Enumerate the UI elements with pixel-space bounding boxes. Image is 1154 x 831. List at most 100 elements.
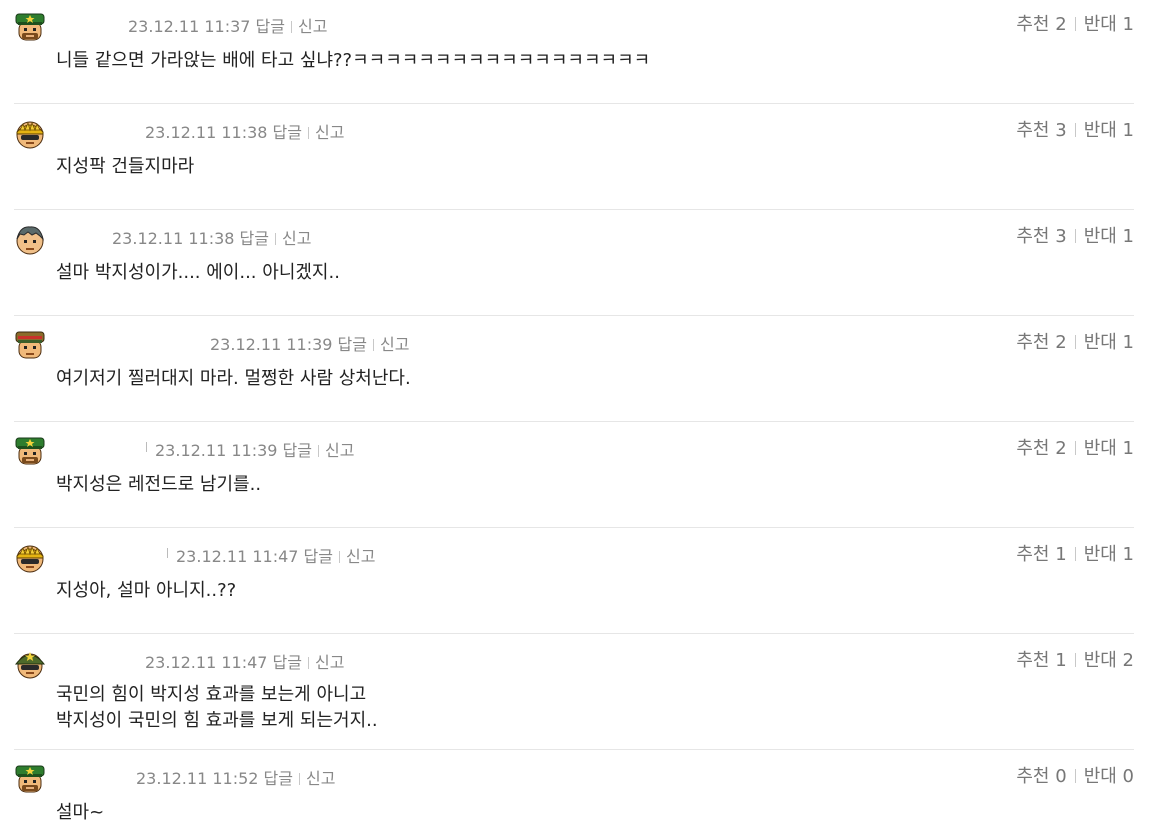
vote-box: 추천 0 반대 0	[1016, 766, 1134, 788]
recommend-button[interactable]: 추천 2	[1016, 332, 1066, 353]
comment-meta: 23.12.11 11:47 답글 신고	[167, 547, 375, 567]
vote-divider	[1074, 123, 1076, 137]
comment-meta: 23.12.11 11:38 답글 신고	[112, 229, 311, 249]
vote-box: 추천 2 반대 1	[1016, 438, 1134, 460]
recommend-count: 1	[1055, 544, 1067, 565]
comment-item: 23.12.11 11:38 답글 신고 추천 3 반대 1 지성팍 건들지마라	[0, 118, 1154, 198]
oppose-button[interactable]: 반대 2	[1084, 650, 1134, 671]
meta-divider	[308, 657, 309, 669]
yellow-helmet-avatar[interactable]	[14, 118, 46, 150]
comment-item: 23.12.11 11:52 답글 신고 추천 0 반대 0 설마~	[0, 764, 1154, 830]
reply-link[interactable]: 답글	[273, 653, 302, 672]
red-officer-cap-avatar[interactable]	[14, 330, 46, 362]
reply-link[interactable]: 답글	[338, 335, 367, 354]
grey-soldier-avatar[interactable]	[14, 224, 46, 256]
recommend-count: 2	[1055, 438, 1067, 459]
oppose-button[interactable]: 반대 1	[1084, 120, 1134, 141]
reply-link[interactable]: 답글	[283, 441, 312, 460]
comment-divider	[14, 209, 1134, 210]
recommend-button[interactable]: 추천 2	[1016, 438, 1066, 459]
comment-item: 23.12.11 11:47 답글 신고 추천 1 반대 1 지성아, 설마 아니지…	[0, 542, 1154, 622]
vote-box: 추천 3 반대 1	[1016, 226, 1134, 248]
reply-link[interactable]: 답글	[304, 547, 333, 566]
recommend-button[interactable]: 추천 1	[1016, 650, 1066, 671]
vote-box: 추천 3 반대 1	[1016, 120, 1134, 142]
vote-divider	[1074, 547, 1076, 561]
comment-meta: 23.12.11 11:39 답글 신고	[210, 335, 409, 355]
oppose-button[interactable]: 반대 1	[1084, 332, 1134, 353]
comment-text: 지성아, 설마 아니지..??	[56, 580, 237, 601]
oppose-count: 1	[1122, 438, 1134, 459]
comment-time: 23.12.11 11:47	[145, 653, 268, 672]
comment-item: 23.12.11 11:38 답글 신고 추천 3 반대 1 설마 박지성이가...…	[0, 224, 1154, 304]
vote-divider	[1074, 653, 1076, 667]
oppose-button[interactable]: 반대 1	[1084, 14, 1134, 35]
comment-text: 설마~	[56, 802, 105, 823]
meta-divider	[291, 21, 292, 33]
comment-divider	[14, 421, 1134, 422]
comment-text: 여기저기 찔러대지 마라. 멀쩡한 사람 상처난다.	[56, 368, 411, 389]
oppose-count: 2	[1122, 650, 1134, 671]
report-link[interactable]: 신고	[380, 335, 409, 354]
comment-divider	[14, 527, 1134, 528]
reply-link[interactable]: 답글	[256, 17, 285, 36]
comment-meta: 23.12.11 11:37 답글 신고	[128, 17, 327, 37]
report-link[interactable]: 신고	[315, 123, 344, 142]
oppose-button[interactable]: 반대 1	[1084, 544, 1134, 565]
recommend-button[interactable]: 추천 3	[1016, 120, 1066, 141]
vote-divider	[1074, 335, 1076, 349]
meta-divider	[275, 233, 276, 245]
reply-link[interactable]: 답글	[264, 769, 293, 788]
nickname-placeholder-mark	[167, 548, 168, 558]
vote-divider	[1074, 17, 1076, 31]
meta-divider	[299, 773, 300, 785]
recommend-button[interactable]: 추천 0	[1016, 766, 1066, 787]
comment-meta: 23.12.11 11:47 답글 신고	[145, 653, 344, 673]
reply-link[interactable]: 답글	[240, 229, 269, 248]
comment-time: 23.12.11 11:37	[128, 17, 251, 36]
comment-item: 23.12.11 11:39 답글 신고 추천 2 반대 1 여기저기 찔러대지 마…	[0, 330, 1154, 410]
reply-link[interactable]: 답글	[273, 123, 302, 142]
comment-time: 23.12.11 11:38	[145, 123, 268, 142]
report-link[interactable]: 신고	[315, 653, 344, 672]
comment-divider	[14, 315, 1134, 316]
comment-time: 23.12.11 11:39	[155, 441, 278, 460]
comment-item: 23.12.11 11:47 답글 신고 추천 1 반대 2 국민의 힘이 박지성 …	[0, 648, 1154, 744]
vote-box: 추천 2 반대 1	[1016, 14, 1134, 36]
comment-time: 23.12.11 11:47	[176, 547, 299, 566]
report-link[interactable]: 신고	[346, 547, 375, 566]
report-link[interactable]: 신고	[325, 441, 354, 460]
vote-box: 추천 2 반대 1	[1016, 332, 1134, 354]
comment-text: 니들 같으면 가라앉는 배에 타고 싶냐??ㅋㅋㅋㅋㅋㅋㅋㅋㅋㅋㅋㅋㅋㅋㅋㅋㅋㅋ	[56, 50, 651, 71]
meta-divider	[308, 127, 309, 139]
report-link[interactable]: 신고	[282, 229, 311, 248]
vote-divider	[1074, 441, 1076, 455]
army-helmet-avatar[interactable]	[14, 648, 46, 680]
oppose-button[interactable]: 반대 1	[1084, 438, 1134, 459]
recommend-count: 2	[1055, 14, 1067, 35]
oppose-button[interactable]: 반대 0	[1084, 766, 1134, 787]
oppose-button[interactable]: 반대 1	[1084, 226, 1134, 247]
report-link[interactable]: 신고	[298, 17, 327, 36]
recommend-button[interactable]: 추천 2	[1016, 14, 1066, 35]
comment-time: 23.12.11 11:52	[136, 769, 259, 788]
recommend-button[interactable]: 추천 1	[1016, 544, 1066, 565]
report-link[interactable]: 신고	[306, 769, 335, 788]
meta-divider	[339, 551, 340, 563]
green-officer-cap-avatar[interactable]	[14, 436, 46, 468]
green-officer-cap-avatar[interactable]	[14, 764, 46, 796]
recommend-count: 3	[1055, 226, 1067, 247]
recommend-count: 2	[1055, 332, 1067, 353]
yellow-helmet-avatar[interactable]	[14, 542, 46, 574]
oppose-count: 1	[1122, 332, 1134, 353]
comment-time: 23.12.11 11:38	[112, 229, 235, 248]
vote-divider	[1074, 769, 1076, 783]
comment-item: 23.12.11 11:37 답글 신고 추천 2 반대 1 니들 같으면 가라앉는…	[0, 12, 1154, 92]
nickname-placeholder-mark	[146, 442, 147, 452]
oppose-count: 1	[1122, 120, 1134, 141]
green-officer-cap-avatar[interactable]	[14, 12, 46, 44]
vote-box: 추천 1 반대 1	[1016, 544, 1134, 566]
recommend-button[interactable]: 추천 3	[1016, 226, 1066, 247]
comment-text: 국민의 힘이 박지성 효과를 보는게 아니고 박지성이 국민의 힘 효과를 보게…	[56, 684, 378, 731]
comment-divider	[14, 103, 1134, 104]
